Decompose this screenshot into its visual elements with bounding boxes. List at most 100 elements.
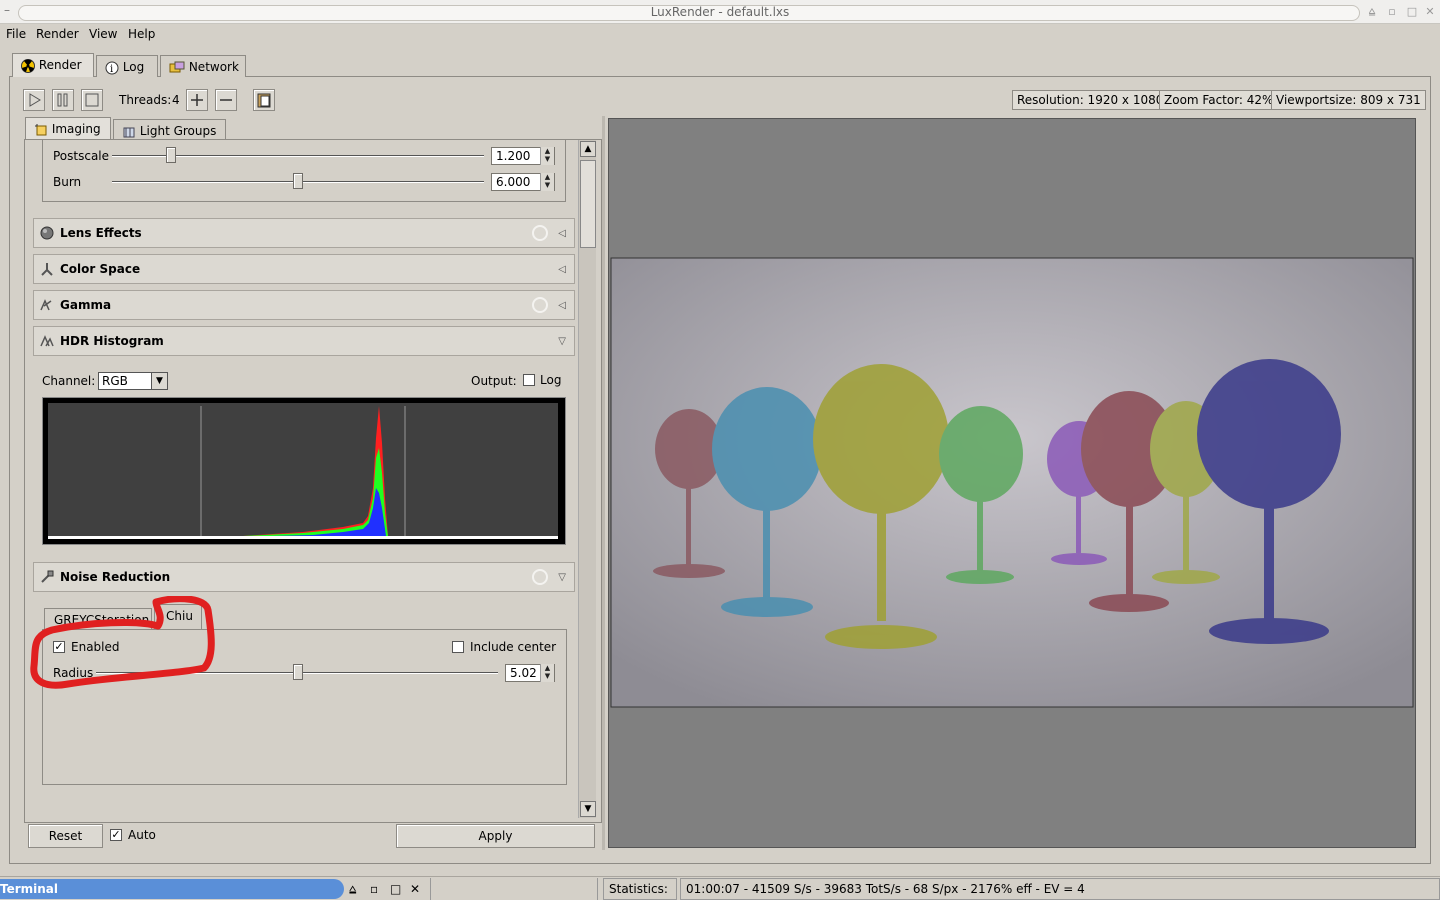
postscale-slider[interactable]: [166, 147, 176, 163]
panel-scrollbar[interactable]: ▲ ▼: [578, 140, 596, 818]
burn-spin-arrows[interactable]: ▲ ▼: [540, 173, 554, 191]
statistics-value: 01:00:07 - 41509 S/s - 39683 TotS/s - 68…: [680, 878, 1440, 900]
stop-render-button[interactable]: [81, 89, 103, 111]
menu-view[interactable]: View: [89, 27, 117, 41]
resolution-readout: Resolution: 1920 x 1080: [1012, 90, 1169, 110]
color-space-title: Color Space: [60, 262, 141, 276]
lens-icon: [40, 226, 54, 240]
maximize-icon[interactable]: □: [1406, 6, 1418, 18]
radius-value: 5.02: [510, 666, 537, 680]
pause-render-button[interactable]: [52, 89, 74, 111]
viewportsize-readout: Viewportsize: 809 x 731: [1271, 90, 1426, 110]
tab-log-label: Log: [122, 60, 145, 74]
menu-render[interactable]: Render: [36, 27, 79, 41]
gamma-header[interactable]: Gamma ◁: [33, 290, 575, 320]
log-label: Log: [540, 373, 562, 387]
tab-network[interactable]: Network: [160, 55, 246, 77]
status-spacer: [430, 878, 598, 900]
tab-render[interactable]: Render: [12, 53, 94, 77]
menu-bar: File Render View Help: [0, 24, 1440, 44]
red-annotation: [30, 596, 215, 689]
scroll-down-icon[interactable]: ▼: [580, 801, 596, 817]
tab-network-label: Network: [188, 60, 239, 74]
gamma-icon: [40, 299, 52, 311]
expand-left-icon[interactable]: ◁: [558, 228, 566, 239]
svg-text:i: i: [110, 64, 113, 75]
lens-power-icon[interactable]: [532, 225, 548, 241]
auto-checkbox[interactable]: ✓: [110, 829, 122, 841]
tonemap-group: [42, 139, 566, 202]
histogram-plot: [48, 403, 558, 539]
shade-icon[interactable]: ⩠: [349, 882, 356, 897]
collapse-down-icon[interactable]: ▽: [558, 336, 566, 347]
menu-file[interactable]: File: [6, 27, 26, 41]
threads-label: Threads:: [119, 93, 172, 107]
light-groups-icon: [123, 127, 135, 137]
reset-button[interactable]: Reset: [28, 824, 103, 848]
play-icon: [29, 93, 41, 107]
gamma-power-icon[interactable]: [532, 297, 548, 313]
auto-label: Auto: [128, 828, 156, 842]
color-space-icon: [41, 263, 53, 276]
brush-icon: [41, 570, 54, 583]
gamma-title: Gamma: [60, 298, 112, 312]
collapse-down-icon[interactable]: ▽: [558, 572, 566, 583]
chevron-down-icon: ▼: [151, 373, 167, 389]
postscale-value: 1.200: [496, 149, 531, 163]
tab-light-groups-label: Light Groups: [139, 124, 217, 138]
noise-reduction-header[interactable]: Noise Reduction ▽: [33, 562, 575, 592]
postscale-spin-arrows[interactable]: ▲ ▼: [540, 147, 554, 165]
burn-label: Burn: [53, 175, 82, 189]
expand-left-icon[interactable]: ◁: [558, 264, 566, 275]
noise-power-icon[interactable]: [532, 569, 548, 585]
copy-to-clipboard-button[interactable]: [253, 89, 275, 111]
shade-icon[interactable]: ⩠: [1366, 6, 1378, 18]
log-checkbox[interactable]: [523, 374, 535, 386]
expand-left-icon[interactable]: ◁: [558, 300, 566, 311]
stop-icon: [85, 93, 99, 107]
tab-render-label: Render: [38, 58, 82, 72]
scroll-up-icon[interactable]: ▲: [580, 141, 596, 157]
tab-imaging[interactable]: Imaging: [25, 117, 111, 141]
plus-icon: [191, 94, 203, 106]
add-thread-button[interactable]: [186, 89, 208, 111]
statistics-label: Statistics:: [603, 878, 677, 900]
lens-effects-header[interactable]: Lens Effects ◁: [33, 218, 575, 248]
pause-icon: [57, 93, 68, 107]
zoom-readout: Zoom Factor: 42%: [1159, 90, 1279, 110]
close-icon[interactable]: ✕: [410, 882, 420, 896]
postscale-label: Postscale: [53, 149, 110, 163]
start-render-button[interactable]: [23, 89, 45, 111]
terminal-label: Terminal: [0, 882, 59, 896]
taskbar-terminal[interactable]: Terminal: [0, 879, 344, 899]
minus-icon: [220, 99, 232, 101]
burn-value: 6.000: [496, 175, 531, 189]
tab-imaging-label: Imaging: [51, 122, 101, 136]
noise-reduction-title: Noise Reduction: [60, 570, 171, 584]
menu-help[interactable]: Help: [128, 27, 155, 41]
include-center-checkbox[interactable]: [452, 641, 464, 653]
remove-thread-button[interactable]: [215, 89, 237, 111]
apply-button[interactable]: Apply: [396, 824, 595, 848]
close-icon[interactable]: ✕: [1424, 6, 1436, 18]
minimize-icon[interactable]: ▫: [1386, 6, 1398, 18]
maximize-icon[interactable]: □: [390, 882, 401, 896]
radius-spin-arrows[interactable]: ▲ ▼: [540, 664, 554, 682]
radius-slider[interactable]: [293, 664, 303, 680]
render-viewport[interactable]: [608, 118, 1416, 848]
clipboard-icon: [257, 93, 271, 108]
burn-slider[interactable]: [293, 173, 303, 189]
scroll-thumb[interactable]: [580, 160, 596, 248]
render-image: [610, 257, 1414, 708]
tab-light-groups[interactable]: Light Groups: [113, 119, 226, 141]
tab-log[interactable]: i Log: [96, 55, 158, 77]
reset-label: Reset: [48, 829, 83, 843]
color-space-header[interactable]: Color Space ◁: [33, 254, 575, 284]
hdr-histogram-header[interactable]: HDR Histogram ▽: [33, 326, 575, 356]
include-center-label: Include center: [470, 640, 557, 654]
minimize-icon[interactable]: ▫: [370, 882, 378, 896]
channel-select[interactable]: RGB ▼: [98, 372, 168, 390]
radiation-icon: [21, 58, 35, 73]
splitter[interactable]: [602, 116, 605, 850]
channel-value: RGB: [102, 374, 128, 388]
